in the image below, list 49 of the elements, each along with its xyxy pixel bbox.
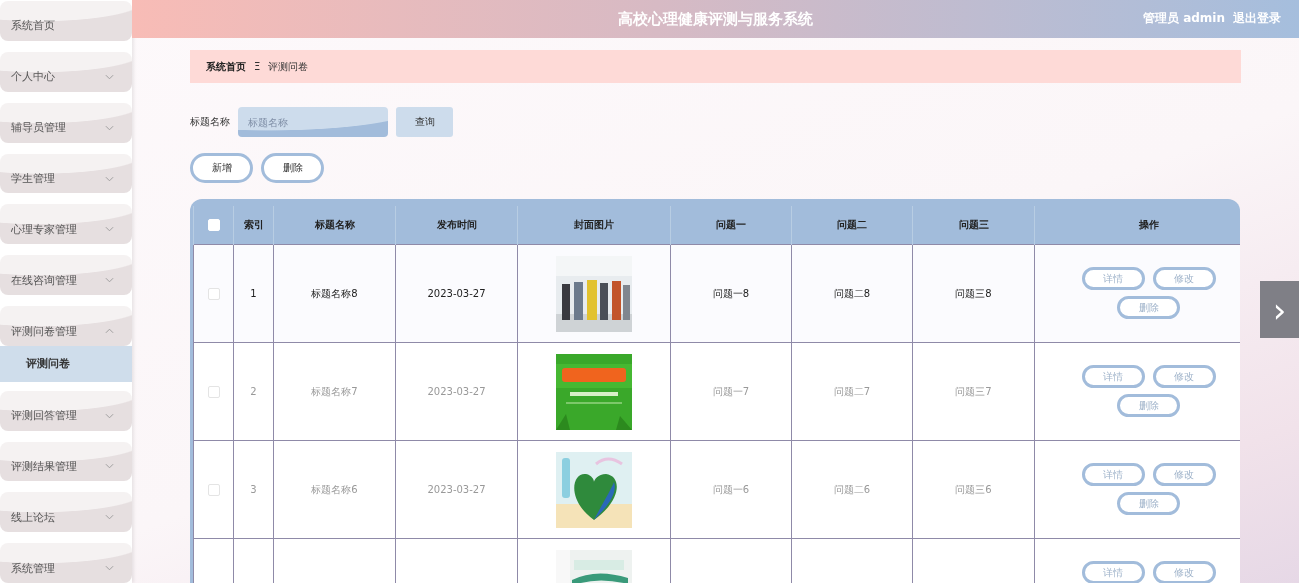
column-header: 问题二: [791, 206, 913, 245]
column-header: 操作: [1034, 206, 1240, 245]
table-cell: 标题名称7: [311, 385, 358, 397]
breadcrumb-separator: Ξ: [254, 61, 261, 72]
menu-item[interactable]: 系统管理: [0, 543, 132, 583]
search-label: 标题名称: [190, 115, 230, 129]
menu-item[interactable]: 个人中心: [0, 51, 132, 92]
row-checkbox[interactable]: [207, 287, 220, 300]
next-button[interactable]: ›: [1260, 281, 1299, 338]
column-header: 问题一: [670, 206, 792, 245]
delete-button[interactable]: 删除: [261, 153, 324, 183]
table-cell: 1: [250, 288, 257, 299]
add-button[interactable]: 新增: [190, 153, 253, 183]
table-cell: 问题三6: [955, 483, 992, 495]
breadcrumb-link[interactable]: 系统首页: [206, 59, 246, 74]
menu-item[interactable]: 评测结果管理: [0, 441, 132, 482]
table-cell: 问题三7: [955, 385, 992, 397]
column-header: 封面图片: [517, 206, 671, 245]
breadcrumb-current: 评测问卷: [268, 59, 309, 74]
menu-item[interactable]: 在线咨询管理: [0, 255, 132, 296]
column-header: 发布时间: [395, 206, 518, 245]
table-cell: 问题三8: [955, 287, 992, 299]
table-cell: 标题名称6: [311, 483, 358, 495]
column-header: 标题名称: [273, 206, 396, 245]
table-cell: 3: [250, 484, 257, 495]
search-button[interactable]: 查询: [396, 107, 453, 137]
menu-item[interactable]: 系统首页: [0, 1, 132, 41]
table-cell: 标题名称8: [311, 287, 358, 299]
submenu-item[interactable]: 评测问卷: [0, 346, 132, 382]
table-cell: 2023-03-27: [427, 484, 486, 495]
table-cell: 问题一8: [712, 287, 750, 299]
select-all-checkbox[interactable]: [207, 219, 220, 231]
menu-item[interactable]: 心理专家管理: [0, 204, 132, 245]
menu-item[interactable]: 线上论坛: [0, 492, 132, 533]
row-checkbox[interactable]: [207, 483, 220, 496]
user-label: 管理员 admin: [1142, 10, 1225, 27]
row-checkbox[interactable]: [207, 385, 220, 398]
table-cell: 2: [250, 386, 257, 397]
system-title: 高校心理健康评测与服务系统: [618, 9, 813, 29]
menu-item[interactable]: 辅导员管理: [0, 102, 132, 143]
search-field[interactable]: 标题名称: [238, 107, 388, 137]
table-cell: 2023-03-27: [427, 288, 486, 299]
menu-item[interactable]: 评测问卷管理: [0, 306, 132, 346]
menu-item[interactable]: 评测回答管理: [0, 390, 132, 431]
column-header: 问题三: [912, 206, 1035, 245]
table-cell: 2023-03-27: [427, 386, 486, 397]
menu-item[interactable]: 学生管理: [0, 153, 132, 194]
column-header: 索引: [233, 206, 274, 245]
table-cell: 问题二8: [833, 287, 871, 299]
